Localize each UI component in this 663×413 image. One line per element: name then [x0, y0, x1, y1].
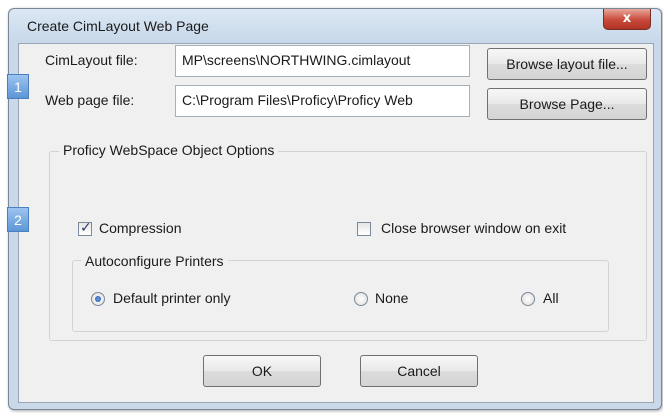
- web-page-file-input[interactable]: C:\Program Files\Proficy\Proficy Web: [175, 85, 470, 117]
- close-button[interactable]: x: [603, 9, 651, 30]
- cancel-button[interactable]: Cancel: [360, 355, 478, 387]
- compression-label: Compression: [99, 220, 182, 236]
- web-page-file-label: Web page file:: [45, 92, 135, 108]
- radio-none-label: None: [375, 290, 409, 306]
- layout-file-input[interactable]: MP\screens\NORTHWING.cimlayout: [175, 45, 470, 77]
- title-bar: Create CimLayout Web Page x: [9, 9, 661, 43]
- printers-group-title: Autoconfigure Printers: [81, 253, 228, 269]
- close-browser-checkbox[interactable]: [357, 222, 371, 236]
- dialog-body: CimLayout file: MP\screens\NORTHWING.cim…: [18, 43, 654, 403]
- checkmark-icon: ✓: [80, 220, 92, 236]
- radio-all-label: All: [543, 290, 559, 306]
- radio-default-printer-label: Default printer only: [113, 290, 231, 306]
- radio-selected-dot: [95, 296, 101, 302]
- compression-checkbox[interactable]: ✓: [78, 220, 92, 236]
- layout-file-label: CimLayout file:: [45, 52, 138, 68]
- browse-page-button[interactable]: Browse Page...: [487, 88, 647, 120]
- dialog-window: Create CimLayout Web Page x CimLayout fi…: [8, 8, 662, 410]
- object-options-title: Proficy WebSpace Object Options: [59, 142, 279, 158]
- callout-badge-1: 1: [7, 74, 29, 99]
- radio-default-printer[interactable]: [91, 292, 105, 306]
- callout-badge-2: 2: [7, 207, 29, 232]
- browse-layout-file-button[interactable]: Browse layout file...: [487, 48, 647, 80]
- ok-button[interactable]: OK: [203, 355, 321, 387]
- close-browser-label: Close browser window on exit: [381, 220, 567, 236]
- radio-none[interactable]: [354, 292, 368, 306]
- dialog-title: Create CimLayout Web Page: [27, 18, 209, 34]
- radio-all[interactable]: [521, 292, 535, 306]
